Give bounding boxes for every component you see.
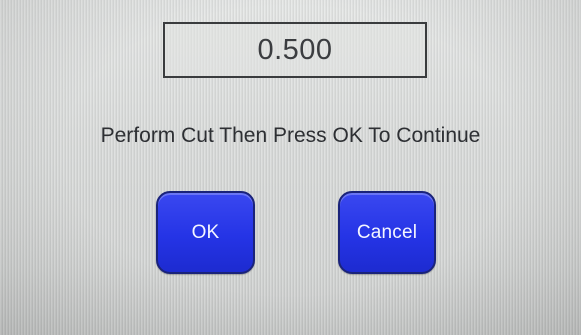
ok-button[interactable]: OK bbox=[156, 191, 255, 274]
cancel-button-label: Cancel bbox=[356, 221, 418, 243]
value-display: 0.500 bbox=[163, 22, 427, 78]
ok-button-label: OK bbox=[191, 221, 220, 243]
touchscreen-dialog: 0.500 Perform Cut Then Press OK To Conti… bbox=[0, 0, 581, 335]
value-text: 0.500 bbox=[257, 33, 333, 66]
instruction-message: Perform Cut Then Press OK To Continue bbox=[100, 124, 481, 147]
cancel-button[interactable]: Cancel bbox=[338, 191, 436, 274]
